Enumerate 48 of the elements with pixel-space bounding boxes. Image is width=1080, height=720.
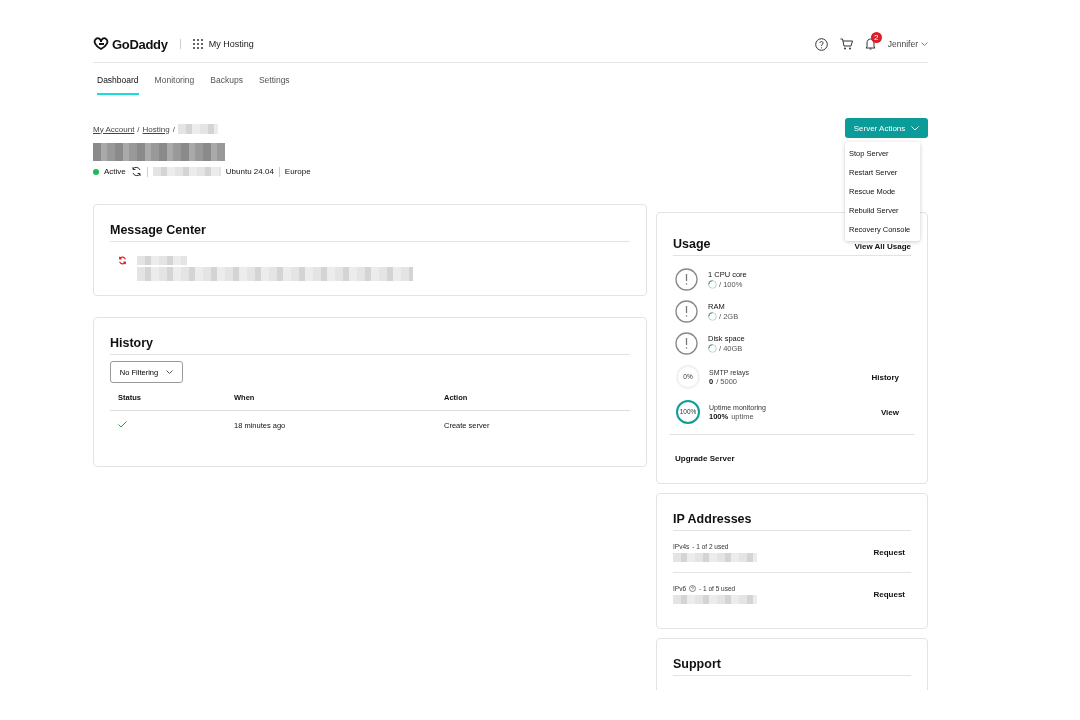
breadcrumb-link[interactable]: My Account <box>93 124 135 134</box>
user-menu[interactable]: Jennifer <box>887 39 928 49</box>
request-button[interactable]: Request <box>873 590 905 599</box>
nav-tab[interactable]: Settings <box>258 71 290 95</box>
app-grid-icon[interactable] <box>192 39 203 49</box>
status-text: Active <box>104 167 126 176</box>
progress-ring <box>675 399 701 425</box>
logo-icon <box>93 37 109 51</box>
logo-text[interactable]: GoDaddy <box>112 36 168 52</box>
redacted-text <box>137 256 187 265</box>
refresh-icon[interactable] <box>130 166 142 177</box>
usage-link[interactable]: History <box>871 372 899 382</box>
card-title: Support <box>673 657 721 671</box>
notification-badge: 2 <box>870 32 882 43</box>
card-title: IP Addresses <box>673 512 752 526</box>
refresh-icon <box>118 256 127 265</box>
card-title: Usage <box>673 237 711 251</box>
nav-tab[interactable]: Dashboard <box>97 71 139 95</box>
view-all-link[interactable]: View All Usage <box>854 242 911 251</box>
os-text: Ubuntu 24.04 <box>225 167 274 176</box>
chevron-down-icon <box>921 41 928 47</box>
nav-tab[interactable]: Backups <box>210 71 243 95</box>
warning-icon <box>675 332 698 355</box>
card-title: History <box>110 336 154 350</box>
loading-spinner-icon <box>708 344 717 353</box>
region-text: Europe <box>284 167 311 176</box>
chevron-down-icon <box>911 125 920 131</box>
warning-icon <box>675 268 698 291</box>
redacted-text <box>152 167 221 176</box>
bell-icon[interactable] <box>864 38 876 50</box>
redacted-text <box>177 124 218 134</box>
product-name[interactable]: My Hosting <box>208 39 254 49</box>
loading-spinner-icon <box>708 312 717 321</box>
card-title: Message Center <box>110 223 206 237</box>
request-button[interactable]: Request <box>873 548 905 557</box>
loading-spinner-icon <box>708 280 717 289</box>
chevron-down-icon <box>166 369 174 375</box>
breadcrumb-separator: / <box>172 124 175 134</box>
help-icon[interactable] <box>814 37 828 51</box>
status-dot <box>93 168 99 175</box>
cart-icon[interactable] <box>839 38 853 50</box>
check-icon <box>118 421 127 428</box>
nav-tab[interactable]: Monitoring <box>154 71 195 95</box>
breadcrumb-link[interactable]: Hosting <box>142 124 170 134</box>
usage-link[interactable]: View <box>880 407 899 417</box>
upgrade-server-link[interactable]: Upgrade Server <box>675 454 735 463</box>
warning-icon <box>675 300 698 323</box>
breadcrumb-separator: / <box>137 124 140 134</box>
